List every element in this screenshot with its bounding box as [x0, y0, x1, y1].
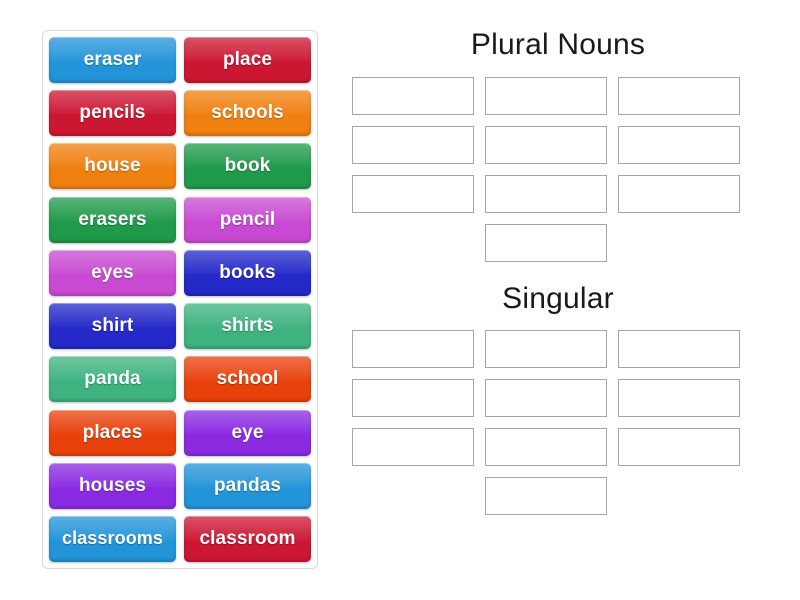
category-title: Plural Nouns: [470, 28, 646, 61]
word-tile-house[interactable]: house: [49, 143, 176, 190]
drop-slot-grid: [352, 330, 764, 515]
word-tile-classroom[interactable]: classroom: [184, 515, 311, 562]
category-group-singular: Singular: [352, 281, 764, 515]
drop-slot[interactable]: [485, 76, 607, 115]
word-tile-label: place: [222, 49, 273, 70]
word-tile-classrooms[interactable]: classrooms: [49, 515, 176, 562]
category-group-plural: Plural Nouns: [352, 28, 764, 262]
tile-row: panda school: [49, 356, 311, 403]
word-tile-label: erasers: [78, 208, 147, 230]
category-title: Singular: [502, 281, 614, 315]
word-tile-label: shirts: [221, 315, 274, 337]
word-tile-label: panda: [84, 368, 141, 390]
drop-slot[interactable]: [352, 76, 474, 115]
word-tile-book[interactable]: book: [184, 143, 311, 190]
drop-slot[interactable]: [618, 428, 740, 466]
category-groups: Plural Nouns Singular: [352, 28, 764, 573]
word-tile-label: pencils: [79, 102, 146, 124]
drop-slot[interactable]: [485, 330, 607, 368]
word-tile-books[interactable]: books: [184, 249, 311, 296]
drop-slot[interactable]: [352, 125, 474, 164]
word-tile-label: books: [219, 261, 276, 283]
word-tile-label: pandas: [213, 474, 282, 496]
word-tile-houses[interactable]: houses: [49, 462, 176, 509]
drop-slot[interactable]: [485, 379, 607, 417]
word-tile-tray: eraser place pencils schools house book eraser…: [42, 30, 318, 569]
word-tile-label: pencil: [219, 208, 276, 230]
tile-row: places eye: [49, 409, 311, 456]
drop-slot[interactable]: [352, 379, 474, 417]
word-tile-label: classrooms: [61, 528, 164, 549]
word-tile-label: places: [82, 421, 143, 443]
drop-slot[interactable]: [352, 174, 474, 213]
word-tile-eraser[interactable]: eraser: [49, 37, 176, 83]
word-tile-label: school: [216, 368, 279, 390]
word-tile-label: book: [224, 155, 271, 177]
word-tile-erasers[interactable]: erasers: [49, 196, 176, 243]
group-sort-activity: eraser place pencils schools house book eraser…: [0, 0, 800, 600]
tile-row: pencils schools: [49, 90, 311, 137]
drop-slot[interactable]: [485, 223, 607, 262]
word-tile-label: classroom: [199, 527, 296, 549]
drop-slot[interactable]: [485, 477, 607, 515]
word-tile-label: houses: [78, 474, 147, 496]
tile-row: houses pandas: [49, 462, 311, 509]
tile-row: classrooms classroom: [49, 515, 311, 562]
word-tile-shirt[interactable]: shirt: [49, 303, 176, 350]
drop-slot[interactable]: [352, 330, 474, 368]
drop-slot[interactable]: [485, 174, 607, 213]
drop-slot[interactable]: [618, 76, 740, 115]
word-tile-eyes[interactable]: eyes: [49, 249, 176, 296]
word-tile-label: house: [84, 155, 141, 177]
word-tile-label: shirt: [91, 315, 134, 337]
drop-slot[interactable]: [618, 330, 740, 368]
drop-slot[interactable]: [485, 428, 607, 466]
word-tile-pencil[interactable]: pencil: [184, 196, 311, 243]
word-tile-school[interactable]: school: [184, 356, 311, 403]
word-tile-pencils[interactable]: pencils: [49, 90, 176, 137]
drop-slot[interactable]: [618, 174, 740, 213]
word-tile-eye[interactable]: eye: [184, 409, 311, 456]
drop-slot[interactable]: [618, 379, 740, 417]
word-tile-schools[interactable]: schools: [184, 90, 311, 137]
word-tile-pandas[interactable]: pandas: [184, 462, 311, 509]
drop-slot[interactable]: [352, 428, 474, 466]
word-tile-label: eye: [231, 421, 264, 443]
word-tile-panda[interactable]: panda: [49, 356, 176, 403]
tile-row: house book: [49, 143, 311, 190]
word-tile-label: eyes: [91, 261, 134, 283]
tile-row: eraser place: [49, 37, 311, 83]
word-tile-place[interactable]: place: [184, 37, 311, 83]
word-tile-shirts[interactable]: shirts: [184, 303, 311, 350]
word-tile-places[interactable]: places: [49, 409, 176, 456]
drop-slot-grid: [352, 76, 764, 262]
word-tile-label: eraser: [83, 49, 142, 70]
word-tile-label: schools: [211, 102, 284, 124]
drop-slot[interactable]: [485, 125, 607, 164]
tile-row: erasers pencil: [49, 196, 311, 243]
tile-row: eyes books: [49, 249, 311, 296]
tile-row: shirt shirts: [49, 303, 311, 350]
drop-slot[interactable]: [618, 125, 740, 164]
